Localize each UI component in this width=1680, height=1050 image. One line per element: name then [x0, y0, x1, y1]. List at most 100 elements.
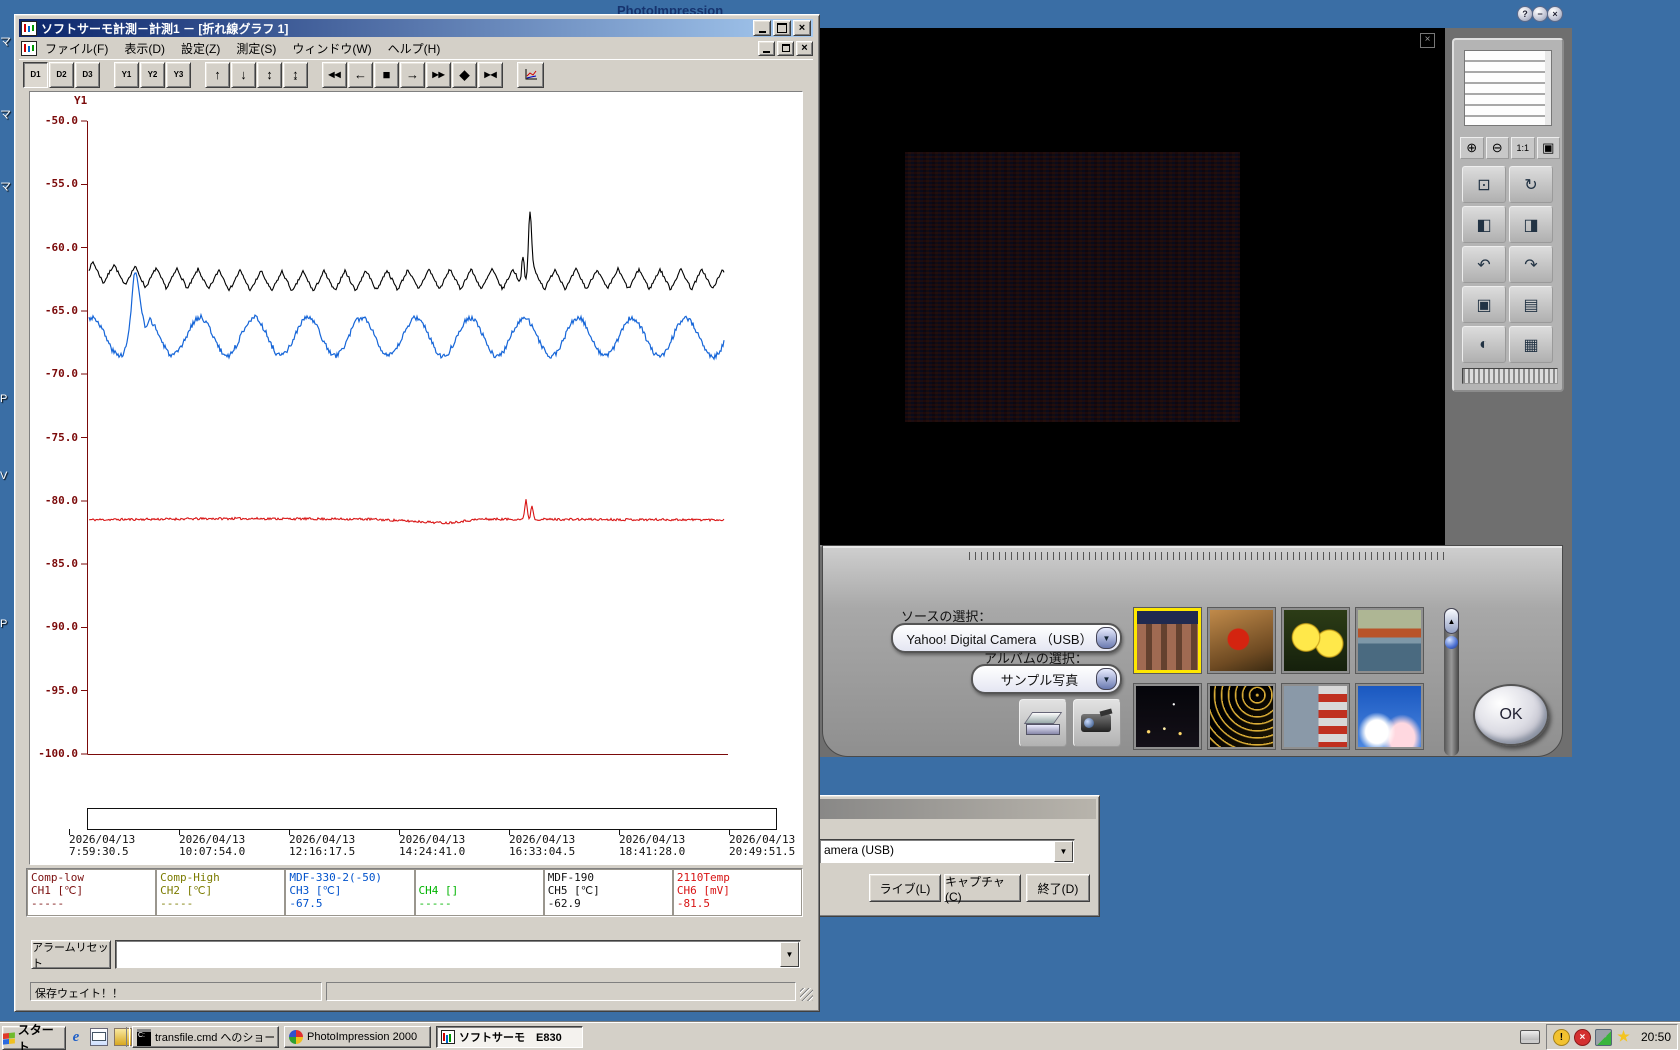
toolbar-button-d2[interactable]: D2 [49, 61, 74, 88]
minimize-icon [758, 24, 766, 33]
minimize-button[interactable] [753, 20, 771, 36]
ok-button[interactable]: OK [1473, 684, 1549, 746]
camera-select-dropdown[interactable]: amera (USB) ▼ [819, 839, 1075, 864]
tray-removable-device-icon[interactable] [1594, 1028, 1612, 1046]
windows-logo-icon [3, 1031, 15, 1045]
chevron-down-icon[interactable]: ▼ [1096, 668, 1117, 690]
scanner-button[interactable] [1019, 699, 1067, 747]
canvas-close-icon[interactable]: × [1420, 33, 1435, 48]
album-select-dropdown[interactable]: サンプル写真 ▼ [971, 664, 1122, 694]
flip-vertical-button[interactable]: ◨ [1509, 206, 1553, 243]
toolbar-button-expand-horizontal[interactable]: ◆ [452, 61, 477, 88]
toolbar-button-jump-start[interactable]: ◀◀ [322, 61, 347, 88]
dialog-live-button[interactable]: ライブ(L) [869, 874, 941, 902]
thumbnail-sky-clouds[interactable] [1355, 683, 1424, 750]
thumbnail-fiber-optic-swirl[interactable] [1207, 683, 1276, 750]
redo-button[interactable]: ↷ [1509, 246, 1553, 283]
thumbnail-yellow-flowers[interactable] [1281, 607, 1350, 674]
tray-security-alert-icon[interactable]: × [1573, 1028, 1591, 1046]
undo-button[interactable]: ↶ [1462, 246, 1506, 283]
taskbar-task-soft-thermo[interactable]: ソフトサーモ E830 [436, 1026, 583, 1048]
toolbar-button-step-forward[interactable]: → [400, 61, 425, 88]
thumbnail-lighthouse[interactable] [1281, 683, 1350, 750]
menu-window[interactable]: ウィンドウ(W) [284, 39, 379, 58]
scrollbar-thumb[interactable] [1445, 636, 1458, 649]
toolbar-button-compress-horizontal[interactable]: ▶◀ [478, 61, 503, 88]
fit-screen-button[interactable]: ▣ [1536, 137, 1560, 159]
thumbnail-scrollbar[interactable]: ▲ [1444, 608, 1459, 756]
toolbar-button-y1[interactable]: Y1 [114, 61, 139, 88]
menu-settings[interactable]: 設定(Z) [173, 39, 228, 58]
timeline-overview-box[interactable] [87, 808, 777, 830]
actual-size-button[interactable]: 1:1 [1511, 137, 1535, 159]
alarm-reset-button[interactable]: アラームリセット [31, 940, 111, 970]
dialog-exit-button[interactable]: 終了(D) [1026, 874, 1090, 902]
toolbar-button-y2[interactable]: Y2 [140, 61, 165, 88]
rotate-button[interactable]: ↻ [1509, 166, 1553, 203]
desktop-icon-label-fragment[interactable]: P [0, 393, 13, 405]
desktop-icon-label-fragment[interactable]: マ [0, 178, 13, 194]
desktop-icon-label-fragment[interactable]: マ [0, 33, 13, 49]
chevron-down-icon[interactable]: ▼ [1054, 841, 1073, 862]
thumbnail-harbor-town[interactable] [1355, 607, 1424, 674]
dialog-capture-button[interactable]: キャプチャ(C) [944, 874, 1021, 904]
flip-horizontal-button[interactable]: ◧ [1462, 206, 1506, 243]
thumbnail-red-bird[interactable] [1207, 607, 1276, 674]
resize-button[interactable]: ⊡ [1462, 166, 1506, 203]
graph-icon [525, 68, 537, 79]
alarm-combobox[interactable]: ▼ [115, 940, 801, 969]
toolbar-button-scroll-down[interactable]: ↓ [231, 61, 256, 88]
softthermo-titlebar[interactable]: ソフトサーモ計測－計測1 － [折れ線グラフ 1] × [19, 19, 813, 37]
chevron-down-icon[interactable]: ▼ [780, 942, 799, 967]
graph-settings-button[interactable] [517, 61, 544, 88]
menu-measure[interactable]: 測定(S) [228, 39, 284, 58]
grid-button[interactable]: ▦ [1509, 326, 1553, 363]
photoimpression-help-button[interactable]: ? [1517, 6, 1533, 22]
zoom-slider[interactable] [1462, 368, 1558, 384]
desktop-icon-label-fragment[interactable]: V [0, 470, 13, 482]
y-axis-tick-label: -70.0 [44, 367, 78, 381]
outlook-express-icon[interactable] [90, 1028, 108, 1046]
camera-button[interactable] [1073, 699, 1121, 747]
tray-favorites-star-icon[interactable]: ★ [1616, 1028, 1631, 1044]
zoom-out-button[interactable]: ⊖ [1485, 137, 1509, 159]
menu-help[interactable]: ヘルプ(H) [380, 39, 449, 58]
thumbnail-rock-spires[interactable] [1133, 607, 1202, 674]
start-button[interactable]: スタート [2, 1023, 66, 1050]
resize-grip[interactable] [800, 988, 813, 1001]
zoom-in-button[interactable]: ⊕ [1460, 137, 1484, 159]
copy-button[interactable]: ▣ [1462, 286, 1506, 323]
toolbar-button-d1[interactable]: D1 [23, 61, 48, 88]
photoimpression-close-button[interactable]: × [1547, 6, 1563, 22]
chevron-down-icon[interactable]: ▼ [1096, 627, 1117, 649]
desktop-icon-label-fragment[interactable]: P [0, 618, 13, 630]
toolbar-button-scroll-up[interactable]: ↑ [205, 61, 230, 88]
mdi-minimize-button[interactable] [758, 40, 775, 56]
menu-view[interactable]: 表示(D) [116, 39, 173, 58]
paste-button[interactable]: ▤ [1509, 286, 1553, 323]
taskbar-task-photoimpression-2000[interactable]: PhotoImpression 2000 [284, 1026, 431, 1048]
taskbar-task-cmd-shortcut[interactable]: transfile.cmd へのショート... [132, 1026, 279, 1048]
photoimpression-minimize-button[interactable]: − [1532, 6, 1548, 22]
toolbar-button-y3[interactable]: Y3 [166, 61, 191, 88]
toolbar-button-stop[interactable]: ■ [374, 61, 399, 88]
page-list[interactable] [1464, 50, 1552, 126]
toolbar-button-step-back[interactable]: ← [348, 61, 373, 88]
mdi-close-button[interactable]: × [796, 40, 813, 56]
thumbnail-night-city[interactable] [1133, 683, 1202, 750]
y-axis-tick-label: -80.0 [44, 493, 78, 507]
toolbar-button-compress-vertical[interactable]: ↨ [283, 61, 308, 88]
keyboard-icon[interactable] [1519, 1030, 1540, 1044]
close-button[interactable]: × [793, 20, 811, 36]
adjust-button[interactable]: ◐ [1462, 326, 1506, 363]
maximize-button[interactable] [773, 20, 791, 36]
toolbar-button-expand-vertical[interactable]: ↕ [257, 61, 282, 88]
toolbar-button-d3[interactable]: D3 [75, 61, 100, 88]
tray-security-warning-icon[interactable]: ! [1552, 1028, 1570, 1046]
scroll-up-button[interactable]: ▲ [1444, 608, 1459, 634]
desktop-icon-label-fragment[interactable]: マ [0, 106, 13, 122]
menu-file[interactable]: ファイル(F) [37, 39, 116, 58]
toolbar-button-jump-end[interactable]: ▶▶ [426, 61, 451, 88]
internet-explorer-icon[interactable] [68, 1029, 84, 1045]
mdi-restore-button[interactable] [777, 40, 794, 56]
